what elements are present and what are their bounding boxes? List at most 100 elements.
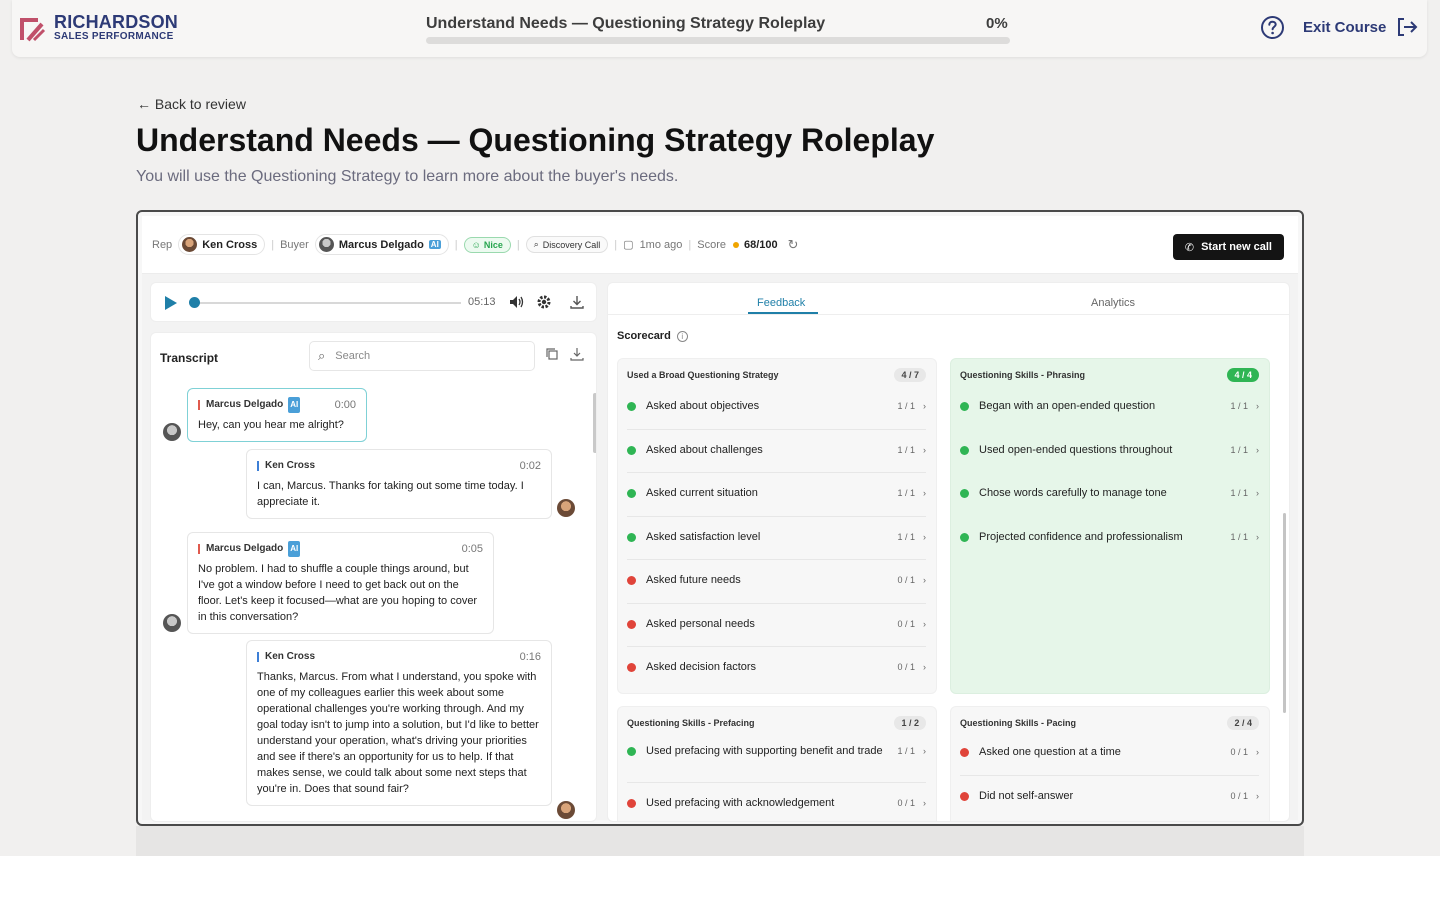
scorecard-item[interactable]: Chose words carefully to manage tone 1 / … [960,486,1259,501]
item-divider [627,472,926,473]
message-text: I can, Marcus. Thanks for taking out som… [257,480,524,508]
speaker-marker [257,652,259,662]
item-label: Asked about objectives [646,400,760,412]
exit-course-label: Exit Course [1303,18,1387,36]
scorecard-item[interactable]: Asked about objectives 1 / 1 › [627,399,926,414]
progress-percent: 0% [986,15,1008,32]
buyer-chip: Marcus Delgado AI [314,234,449,255]
download-icon[interactable] [569,294,585,310]
scorecard-item[interactable]: Asked personal needs 0 / 1 › [627,617,926,632]
item-label: Used open-ended questions throughout [979,443,1173,456]
question-circle-icon[interactable] [1260,15,1285,40]
scorecard-item[interactable]: Projected confidence and professionalism… [960,530,1259,545]
item-divider [627,559,926,560]
logo-text: RICHARDSON [54,12,179,32]
exit-course-button[interactable]: Exit Course [1303,17,1418,37]
check-icon [960,402,969,411]
back-to-review-link[interactable]: ← Back to review [137,96,246,112]
speaker-name: Marcus Delgado [206,399,284,410]
tab-feedback[interactable]: Feedback [757,297,805,309]
transcript-message[interactable]: Ken Cross 0:02 I can, Marcus. Thanks for… [246,449,552,519]
roleplay-app: Rep Ken Cross | Buyer Marcus Delgado AI … [142,216,1298,822]
transcript-message[interactable]: Ken Cross 0:16 Thanks, Marcus. From what… [246,640,552,806]
check-icon [960,489,969,498]
scorecard-item[interactable]: Asked one question at a time 0 / 1 › [960,745,1259,760]
scorecard-item[interactable]: Asked current situation 1 / 1 › [627,486,926,501]
seek-handle[interactable] [189,297,200,308]
item-label: Began with an open-ended question [979,400,1156,412]
scorecard-item[interactable]: Did not self-answer 0 / 1 › [960,789,1259,804]
copy-icon[interactable] [545,347,559,361]
divider: | [516,238,520,251]
ai-badge: AI [288,397,301,413]
item-label: Chose words carefully to manage tone [979,487,1167,499]
nice-label: Nice [483,239,503,250]
x-icon [627,619,636,629]
start-new-call-label: Start new call [1201,241,1272,253]
transcript-search-input[interactable]: ⌕ Search [309,341,535,371]
scorecard-item[interactable]: Used prefacing with supporting benefit a… [627,744,926,759]
nice-badge: ☺ Nice [463,236,511,253]
call-type-label: Discovery Call [542,239,601,250]
feedback-scrollbar[interactable] [1283,513,1286,713]
message-header: Marcus Delgado AI 0:00 [198,397,356,413]
info-icon[interactable]: i [676,330,688,342]
seek-bar[interactable] [191,302,461,304]
chevron-right-icon: › [923,618,926,629]
transcript-scrollbar[interactable] [593,393,596,453]
scorecard-card: Questioning Skills - Pacing 2 / 4 Asked on… [950,706,1270,821]
card-title: Questioning Skills - Pacing [960,718,1077,728]
logo-mark-icon [20,17,46,41]
scorecard-item[interactable]: Asked future needs 0 / 1 › [627,573,926,588]
rep-avatar [557,499,575,517]
scorecard-item[interactable]: Asked about challenges 1 / 1 › [627,443,926,458]
call-type-chip: ⌕ Discovery Call [525,236,609,253]
item-score: 0 / 1 [897,662,915,672]
search-icon: ⌕ [533,239,539,249]
course-title: Understand Needs — Questioning Strategy … [426,15,826,32]
progress-bar [426,37,1010,44]
chevron-right-icon: › [1256,488,1259,498]
transcript-message[interactable]: Marcus Delgado AI 0:00 Hey, can you hear… [187,388,367,442]
tab-analytics[interactable]: Analytics [1091,297,1135,309]
scorecard-item[interactable]: Began with an open-ended question 1 / 1 › [960,399,1259,414]
start-new-call-button[interactable]: ✆ Start new call [1172,234,1284,260]
item-score: 1 / 1 [897,401,915,411]
scorecard-card: Used a Broad Questioning Strategy 4 / 7 As… [617,358,937,694]
item-label: Used prefacing with acknowledgement [646,797,835,809]
item-divider [627,646,926,647]
chevron-right-icon: › [1256,747,1259,757]
volume-icon[interactable] [508,294,524,310]
ai-badge: AI [428,240,441,249]
speaker-name: Marcus Delgado [206,543,284,554]
item-label: Asked one question at a time [979,746,1121,758]
chevron-right-icon: › [923,798,926,808]
message-text: Hey, can you hear me alright? [198,419,344,431]
check-icon [960,445,969,455]
download-icon[interactable] [570,347,584,361]
card-title: Questioning Skills - Prefacing [627,718,755,728]
ai-badge: AI [288,541,301,557]
refresh-icon[interactable]: ↻ [788,237,799,253]
buyer-name: Marcus Delgado [338,238,424,251]
item-score: 1 / 1 [897,746,915,756]
message-text: No problem. I had to shuffle a couple th… [198,563,478,623]
speaker-marker [198,544,200,554]
item-score: 0 / 1 [1230,747,1248,757]
scorecard-item[interactable]: Used prefacing with acknowledgement 0 / 1… [627,796,926,811]
item-label: Asked future needs [646,574,741,586]
item-score: 1 / 1 [1230,444,1248,455]
transcript-message[interactable]: Marcus Delgado AI 0:05 No problem. I had… [187,532,494,634]
play-icon[interactable] [165,296,177,310]
scorecard-item[interactable]: Used open-ended questions throughout 1 / … [960,443,1259,458]
settings-gear-icon[interactable] [536,294,552,310]
item-label: Asked satisfaction level [646,530,761,543]
search-placeholder: Search [335,350,371,362]
chevron-right-icon: › [1256,444,1259,455]
scorecard-item[interactable]: Asked satisfaction level 1 / 1 › [627,530,926,545]
chevron-right-icon: › [1256,531,1259,542]
chevron-right-icon: › [923,531,926,542]
scorecard-item[interactable]: Asked decision factors 0 / 1 › [627,660,926,675]
message-time: 0:02 [519,460,541,472]
divider: | [454,238,458,251]
